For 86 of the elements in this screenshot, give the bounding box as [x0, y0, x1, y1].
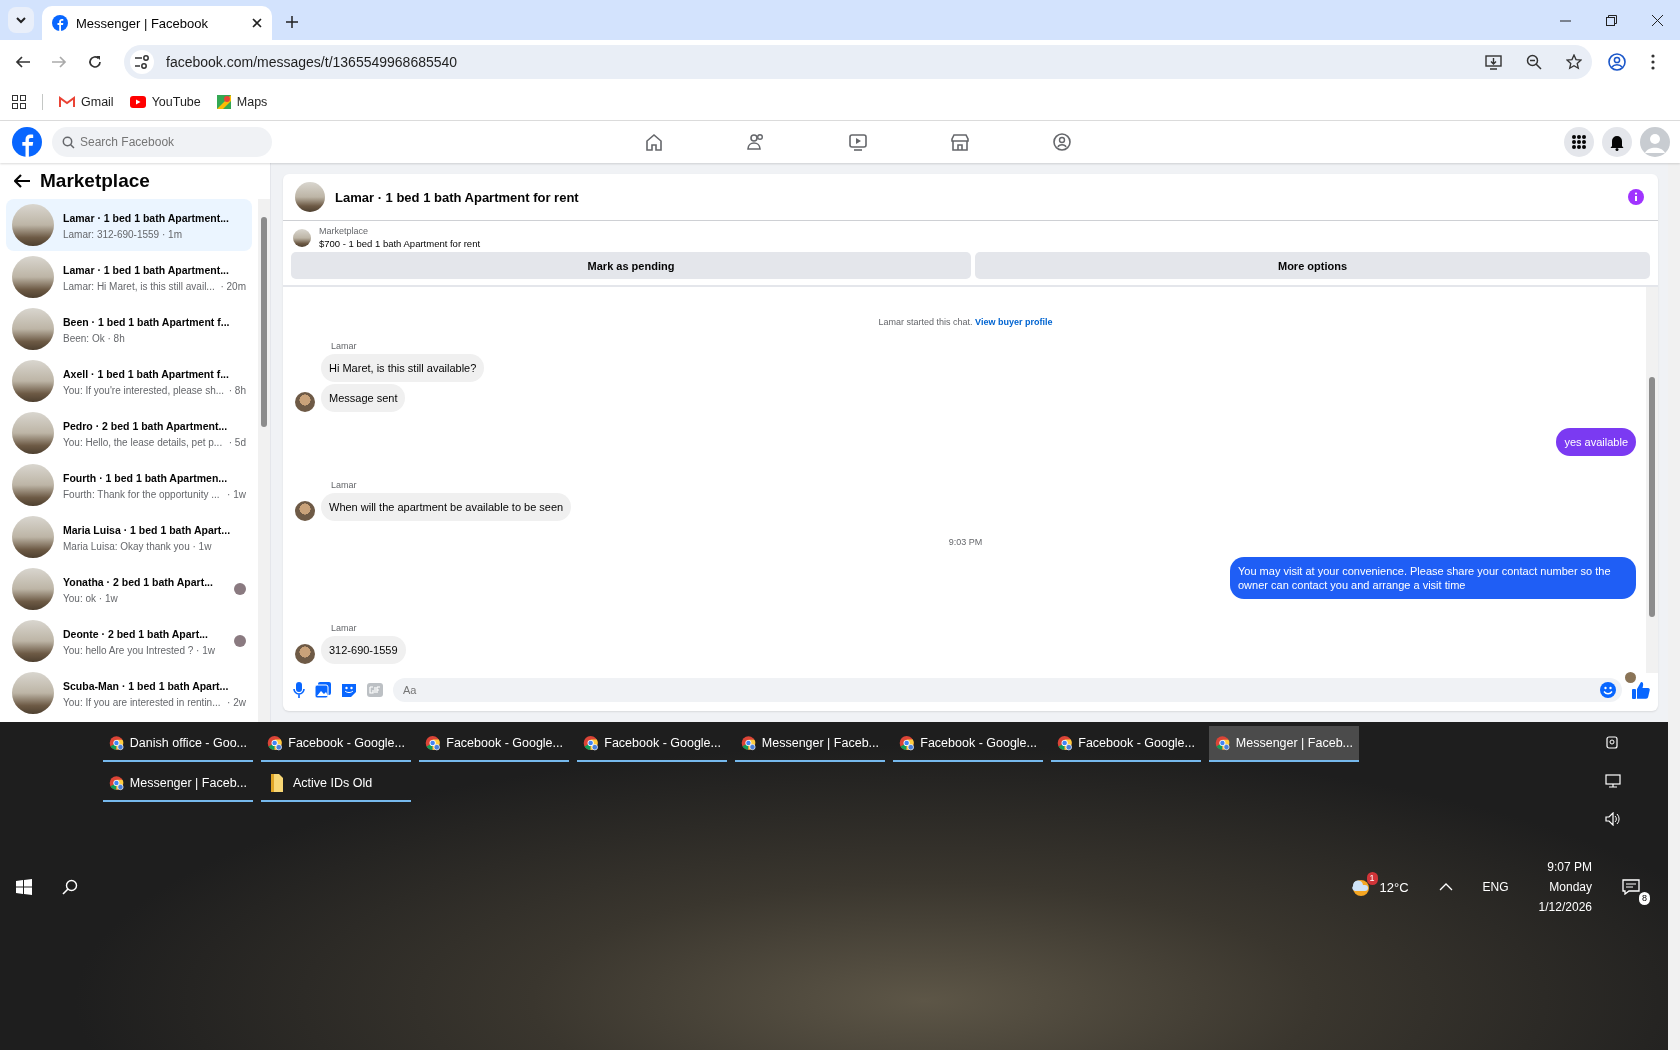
- window-title: Danish office - Goo...: [129, 736, 247, 750]
- taskbar-window-button[interactable]: Facebook - Google...: [577, 726, 727, 762]
- tab-title: Messenger | Facebook: [76, 15, 209, 31]
- action-button[interactable]: Mark as pending: [291, 252, 971, 279]
- conversation-title: Fourth · 1 bed 1 bath Apartmen...: [63, 470, 229, 485]
- weather-badge: 1: [1366, 872, 1378, 885]
- language-indicator[interactable]: ENG: [1482, 880, 1509, 894]
- message-bubble: You may visit at your convenience. Please share your contact number so the owner can contact you and arrange a visit time: [1230, 557, 1636, 599]
- conversation-title: Pedro · 2 bed 1 bath Apartment...: [63, 418, 229, 433]
- taskbar-window-button[interactable]: Messenger | Faceb...: [1209, 726, 1359, 762]
- taskbar-window-button[interactable]: Danish office - Goo...: [103, 726, 253, 762]
- conversation-preview: Lamar: 312-690-1559 · 1m: [63, 228, 182, 240]
- sender-name: Lamar: [331, 623, 358, 633]
- timestamp: 9:03 PM: [948, 537, 983, 547]
- clock[interactable]: 9:07 PM Monday 1/12/2026: [1538, 860, 1592, 914]
- listing-label: Marketplace: [319, 226, 370, 236]
- conversation-title: Axell · 1 bed 1 bath Apartment f...: [63, 366, 230, 381]
- browser-tab[interactable]: Messenger | Facebook: [42, 6, 272, 40]
- bookmark-label[interactable]: Gmail: [81, 95, 114, 109]
- window-title: Messenger | Faceb...: [761, 736, 879, 750]
- conversation-item[interactable]: Yonatha · 2 bed 1 bath Apart... You: ok · 1w: [6, 563, 252, 615]
- conversation-item[interactable]: Axell · 1 bed 1 bath Apartment f... You: If you're interested, please sh... · 8h: [6, 355, 252, 407]
- conversation-title: Deonte · 2 bed 1 bath Apart...: [63, 626, 209, 641]
- message-bubble: yes available: [1556, 428, 1636, 456]
- taskbar-window-button[interactable]: Messenger | Faceb...: [103, 766, 253, 802]
- conversation-title: Been · 1 bed 1 bath Apartment f...: [63, 314, 231, 329]
- conversation-item[interactable]: Scuba-Man · 1 bed 1 bath Apart... You: If you are interested in rentin... · 2w: [6, 667, 252, 719]
- conversation-item[interactable]: Lamar · 1 bed 1 bath Apartment... Lamar: Hi Maret, is this still avail... · 20m: [6, 251, 252, 303]
- window-title: Facebook - Google...: [288, 736, 405, 750]
- notification-badge: 8: [1639, 892, 1650, 905]
- message-bubble: Message sent: [321, 384, 406, 412]
- conversation-preview: You: hello Are you Intrested ? · 1w: [63, 644, 215, 656]
- message-bubble: 312-690-1559: [321, 636, 406, 664]
- conversation-item[interactable]: Maria Luisa · 1 bed 1 bath Apart... Maria Luisa: Okay thank you · 1w: [6, 511, 252, 563]
- conversation-item[interactable]: Pedro · 2 bed 1 bath Apartment... You: Hello, the lease details, pet p... · 5d: [6, 407, 252, 459]
- sender-name: Lamar: [331, 480, 358, 490]
- message-input[interactable]: Aa: [393, 678, 1622, 702]
- sidebar-title: Marketplace: [40, 170, 150, 192]
- conversation-item[interactable]: Been · 1 bed 1 bath Apartment f... Been: Ok · 8h: [6, 303, 252, 355]
- conversation-preview: You: Hello, the lease details, pet p...: [63, 436, 223, 448]
- chat-intro: Lamar started this chat. View buyer profile: [877, 317, 1054, 327]
- conversation-preview: Lamar: Hi Maret, is this still avail...: [63, 280, 215, 292]
- window-title: Active IDs Old: [293, 776, 373, 790]
- conversation-time: · 5d: [228, 436, 246, 448]
- bookmark-label[interactable]: Maps: [236, 95, 268, 109]
- taskbar-window-button[interactable]: Facebook - Google...: [893, 726, 1043, 762]
- conversation-title: Lamar · 1 bed 1 bath Apartment...: [63, 210, 230, 225]
- window-title: Facebook - Google...: [604, 736, 721, 750]
- window-title: Messenger | Faceb...: [1235, 736, 1353, 750]
- conversation-item[interactable]: Lamar · 1 bed 1 bath Apartment... Lamar: 312-690-1559 · 1m: [6, 199, 252, 251]
- listing-title: $700 - 1 bed 1 bath Apartment for rent: [319, 238, 481, 249]
- taskbar-window-button[interactable]: Messenger | Faceb...: [735, 726, 885, 762]
- conversation-time: · 2w: [227, 696, 246, 708]
- search-field[interactable]: Search Facebook: [52, 127, 272, 157]
- conversation-time: · 8h: [228, 384, 246, 396]
- window-title: Messenger | Faceb...: [129, 776, 247, 790]
- address-bar[interactable]: facebook.com/messages/t/1365549968685540: [124, 45, 1592, 79]
- buyer-profile-link[interactable]: View buyer profile: [975, 317, 1053, 327]
- conversation-title: Yonatha · 2 bed 1 bath Apart...: [63, 574, 214, 589]
- conversation-time: · 1w: [227, 488, 246, 500]
- action-button[interactable]: More options: [975, 252, 1650, 279]
- bookmark-label[interactable]: YouTube: [151, 95, 201, 109]
- conversation-title: Scuba-Man · 1 bed 1 bath Apart...: [63, 678, 230, 693]
- taskbar-window-button[interactable]: Facebook - Google...: [419, 726, 569, 762]
- conversation-title: Maria Luisa · 1 bed 1 bath Apart...: [63, 522, 232, 537]
- window-title: Facebook - Google...: [920, 736, 1037, 750]
- conversation-preview: You: If you are interested in rentin...: [63, 696, 221, 708]
- conversation-time: · 20m: [220, 280, 246, 292]
- conversation-preview: You: If you're interested, please sh...: [63, 384, 225, 396]
- conversation-preview: Maria Luisa: Okay thank you · 1w: [63, 540, 212, 552]
- sender-name: Lamar: [331, 341, 358, 351]
- temperature[interactable]: 12°C: [1379, 879, 1409, 895]
- chat-title: Lamar · 1 bed 1 bath Apartment for rent: [335, 189, 579, 205]
- taskbar-window-button[interactable]: Facebook - Google...: [261, 726, 411, 762]
- message-bubble: Hi Maret, is this still available?: [321, 354, 485, 382]
- conversation-item[interactable]: Deonte · 2 bed 1 bath Apart... You: hello Are you Intrested ? · 1w: [6, 615, 252, 667]
- window-title: Facebook - Google...: [1078, 736, 1195, 750]
- taskbar-window-button[interactable]: Active IDs Old: [261, 766, 411, 802]
- conversation-preview: Fourth: Thank for the opportunity ...: [63, 488, 220, 500]
- window-title: Facebook - Google...: [446, 736, 563, 750]
- conversation-preview: Been: Ok · 8h: [63, 332, 125, 344]
- message-bubble: When will the apartment be available to be seen: [321, 493, 572, 521]
- taskbar-window-button[interactable]: Facebook - Google...: [1051, 726, 1201, 762]
- conversation-preview: You: ok · 1w: [63, 592, 118, 604]
- conversation-item[interactable]: Fourth · 1 bed 1 bath Apartmen... Fourth: Thank for the opportunity ... · 1w: [6, 459, 252, 511]
- conversation-title: Lamar · 1 bed 1 bath Apartment...: [63, 262, 230, 277]
